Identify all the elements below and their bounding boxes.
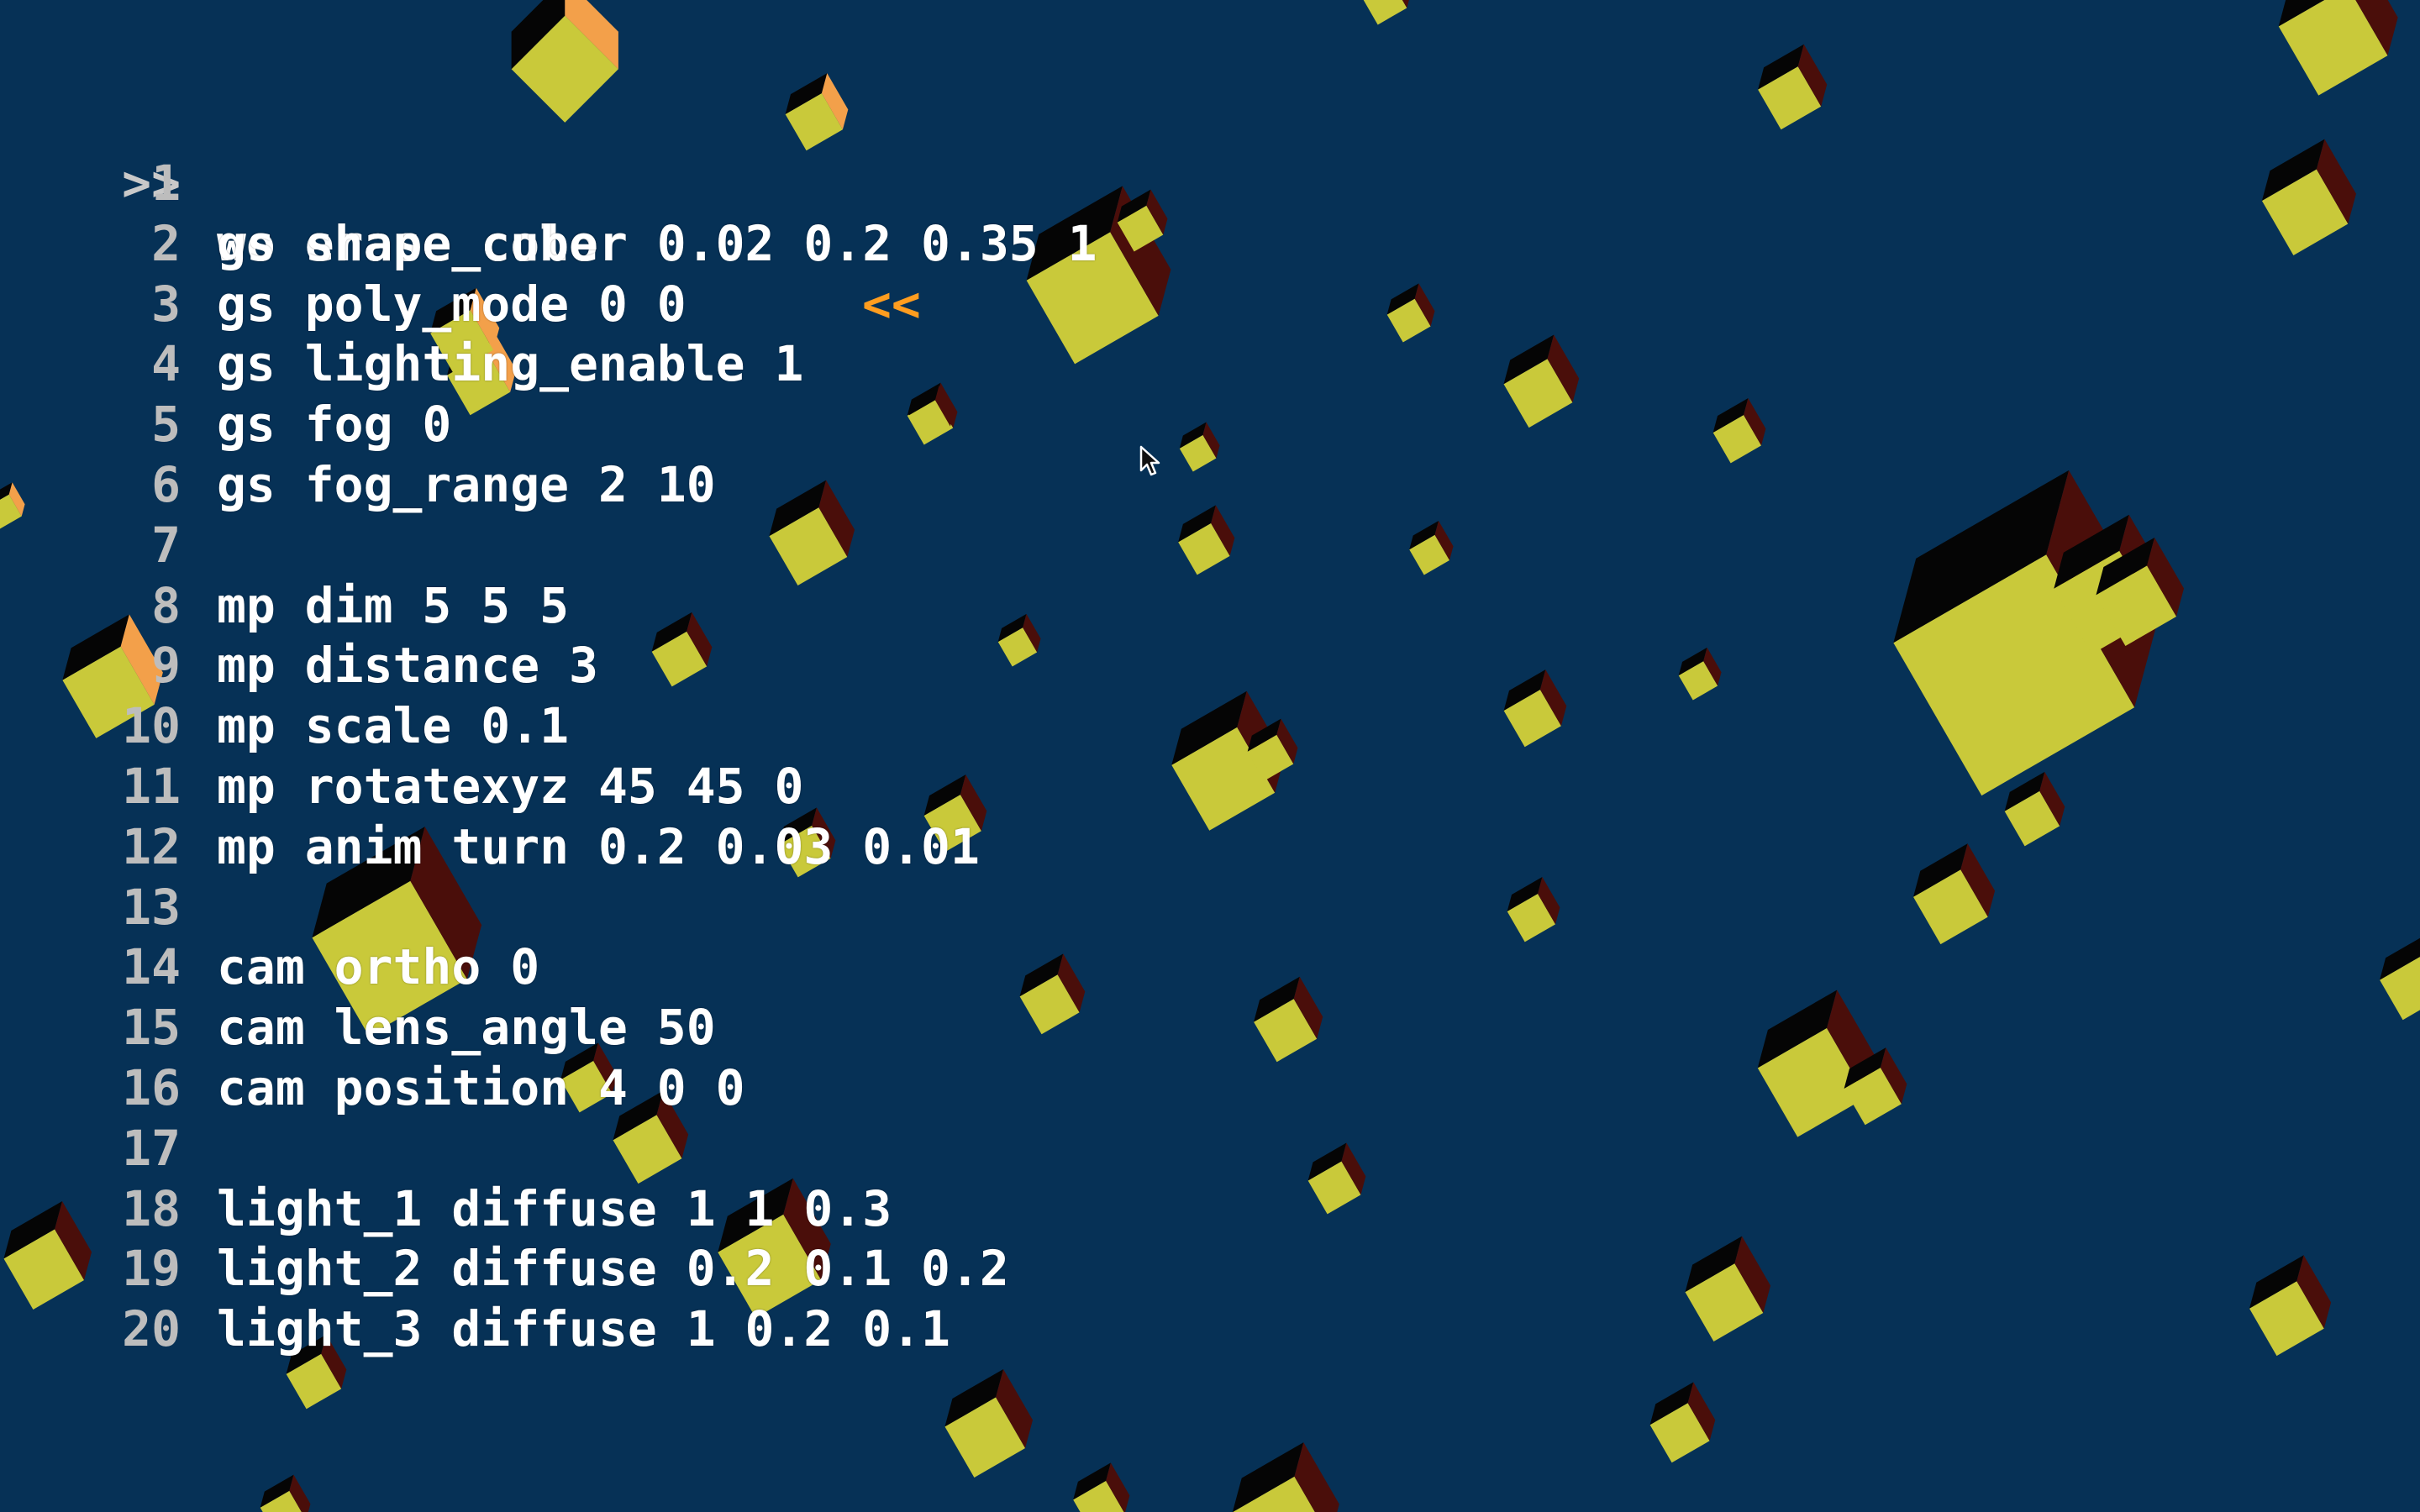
line-number: 18: [122, 1179, 181, 1237]
line-command[interactable]: mp scale 0.1: [217, 696, 569, 756]
line-command[interactable]: mp anim turn 0.2 0.03 0.01: [217, 816, 980, 877]
line-command[interactable]: mp distance 3: [217, 635, 598, 696]
arrow-cursor-icon: [1139, 445, 1160, 476]
line-number: 15: [122, 999, 181, 1057]
line-number: 17: [122, 1119, 181, 1177]
insertion-cursor-marker: <<: [862, 276, 921, 333]
line-command[interactable]: mp dim 5 5 5: [217, 575, 569, 636]
line-number: 12: [122, 817, 181, 875]
line-command[interactable]: mp rotatexyz 45 45 0: [217, 756, 803, 816]
line-number: 6: [151, 456, 181, 513]
line-number: 16: [122, 1059, 181, 1116]
line-number: 7: [151, 516, 181, 574]
line-command[interactable]: light_2 diffuse 0.2 0.1 0.2: [217, 1238, 1009, 1299]
command-console[interactable]: >> wo erase_color 0.02 0.2 0.35 1 << 12g…: [0, 0, 2420, 1512]
line-number: 3: [151, 275, 181, 333]
line-number: 5: [151, 396, 181, 454]
line-command[interactable]: cam position 4 0 0: [217, 1058, 745, 1118]
line-number: 14: [122, 938, 181, 996]
command-prompt-line[interactable]: >> wo erase_color 0.02 0.2 0.35 1 <<: [0, 92, 1097, 333]
line-number: 11: [122, 758, 181, 815]
line-number: 4: [151, 335, 181, 393]
line-number: 1: [151, 155, 181, 212]
line-command[interactable]: light_1 diffuse 1 1 0.3: [217, 1179, 892, 1239]
line-command[interactable]: cam ortho 0: [217, 937, 539, 997]
line-number: 9: [151, 637, 181, 695]
line-command[interactable]: gs shape cube: [217, 213, 598, 274]
line-number: 13: [122, 878, 181, 936]
line-command[interactable]: gs fog 0: [217, 394, 451, 454]
render-viewport[interactable]: >> wo erase_color 0.02 0.2 0.35 1 << 12g…: [0, 0, 2420, 1512]
line-command[interactable]: gs lighting_enable 1: [217, 333, 803, 394]
line-number: 20: [122, 1300, 181, 1358]
line-command[interactable]: light_3 diffuse 1 0.2 0.1: [217, 1299, 950, 1359]
line-command[interactable]: gs poly_mode 0 0: [217, 274, 687, 334]
line-number: 10: [122, 697, 181, 755]
line-command[interactable]: gs fog_range 2 10: [217, 454, 716, 515]
line-number: 19: [122, 1240, 181, 1298]
line-command[interactable]: cam lens_angle 50: [217, 997, 716, 1058]
line-number: 8: [151, 576, 181, 634]
line-number: 2: [151, 214, 181, 272]
